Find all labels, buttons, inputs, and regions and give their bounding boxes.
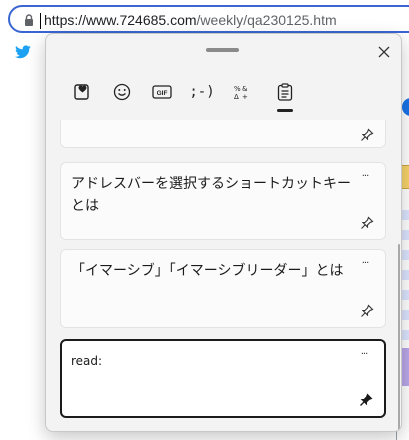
tab-favorites[interactable] xyxy=(70,80,94,104)
clipboard-list[interactable]: アドレスバーを選択するショートカットキーとは ··· 「イマーシブ」「イマーシブ… xyxy=(46,120,401,431)
url-host: https://www.724685.com xyxy=(44,12,197,28)
clipboard-item[interactable]: 「イマーシブ」「イマーシブリーダー」とは ··· xyxy=(60,249,386,328)
symbols-icon: % & Δ + xyxy=(234,85,248,101)
heart-clipboard-icon xyxy=(74,84,89,100)
unpin-button[interactable] xyxy=(358,392,374,408)
svg-text:&: & xyxy=(242,85,248,93)
scrollbar[interactable] xyxy=(398,244,400,431)
tab-symbols[interactable]: % & Δ + xyxy=(230,80,254,104)
browser-window: https://www.724685.com/weekly/qa230125.h… xyxy=(0,0,409,440)
tab-kaomoji[interactable]: ;-) xyxy=(189,80,215,104)
twitter-icon[interactable] xyxy=(15,45,31,59)
smiley-icon xyxy=(113,83,131,101)
pin-button[interactable] xyxy=(359,215,375,231)
more-icon: ··· xyxy=(361,170,369,182)
active-tab-indicator xyxy=(277,109,293,112)
svg-text:GIF: GIF xyxy=(157,90,168,97)
gif-icon: GIF xyxy=(152,85,172,99)
clipboard-history-panel: GIF ;-) % & Δ + アドレスバーを選択するショートカットキーとは ·… xyxy=(45,33,402,432)
svg-text:Δ: Δ xyxy=(234,93,239,101)
more-options-button[interactable]: ··· xyxy=(356,347,372,361)
clipboard-icon xyxy=(277,83,293,101)
clipboard-item-text: read: xyxy=(71,354,103,368)
more-options-button[interactable]: ··· xyxy=(357,169,373,183)
pin-button[interactable] xyxy=(359,303,375,319)
clipboard-item[interactable]: アドレスバーを選択するショートカットキーとは ··· xyxy=(60,162,386,240)
clipboard-item-text: アドレスバーを選択するショートカットキーとは xyxy=(71,176,351,214)
drag-handle[interactable] xyxy=(206,48,239,52)
tab-gif[interactable]: GIF xyxy=(150,80,174,104)
svg-text:%: % xyxy=(234,85,241,93)
pin-icon xyxy=(361,216,374,229)
pin-icon xyxy=(361,304,374,317)
kaomoji-icon: ;-) xyxy=(189,84,215,100)
tab-emoji[interactable] xyxy=(110,80,134,104)
url-path: /weekly/qa230125.htm xyxy=(196,12,337,28)
tab-clipboard-history[interactable] xyxy=(273,80,297,104)
more-icon: ··· xyxy=(360,348,368,360)
close-button[interactable] xyxy=(374,42,394,62)
pin-icon xyxy=(361,128,374,141)
text-cursor xyxy=(40,13,41,29)
url-text[interactable]: https://www.724685.com/weekly/qa230125.h… xyxy=(44,12,337,28)
clipboard-item[interactable] xyxy=(60,120,386,148)
pin-button[interactable] xyxy=(359,127,375,143)
more-icon: ··· xyxy=(361,257,369,269)
lock-icon xyxy=(25,14,33,26)
pinned-icon xyxy=(360,393,373,406)
more-options-button[interactable]: ··· xyxy=(357,256,373,270)
clipboard-item-text: 「イマーシブ」「イマーシブリーダー」とは xyxy=(71,263,344,279)
svg-text:+: + xyxy=(242,93,248,101)
close-icon xyxy=(378,46,390,58)
clipboard-item-selected[interactable]: read: ··· xyxy=(60,339,386,418)
address-bar[interactable]: https://www.724685.com/weekly/qa230125.h… xyxy=(8,5,409,33)
